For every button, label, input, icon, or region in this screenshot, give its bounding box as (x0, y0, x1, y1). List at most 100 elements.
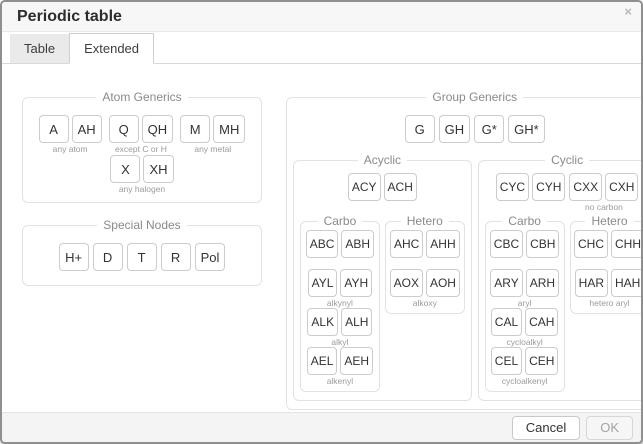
button-abh[interactable]: ABH (341, 230, 374, 258)
ok-button[interactable]: OK (586, 416, 633, 440)
cyclic-carbo-legend: Carbo (502, 214, 547, 228)
dialog-footer: Cancel OK (2, 412, 641, 442)
cancel-button[interactable]: Cancel (512, 416, 580, 440)
acyclic-cyclic-columns: Acyclic ACY ACH (293, 153, 641, 401)
cyclic-hetero-section: Hetero CHC CHH (570, 214, 641, 314)
tab-bar: Table Extended (2, 32, 641, 64)
cyclic-section: Cyclic CYC CYH CXX (478, 153, 641, 401)
group-generics-legend: Group Generics (426, 90, 523, 104)
button-arh[interactable]: ARH (526, 269, 559, 297)
right-column: Group Generics G GH G* GH* Acyclic (286, 90, 641, 410)
special-nodes-legend: Special Nodes (97, 218, 186, 232)
group-hint: alkynyl (327, 298, 353, 308)
group-hint: alkoxy (413, 298, 437, 308)
button-qh[interactable]: QH (142, 115, 174, 143)
button-cxx[interactable]: CXX (569, 173, 602, 201)
acyclic-carbo-section: Carbo ABC ABH (300, 214, 380, 392)
button-cbc[interactable]: CBC (490, 230, 523, 258)
dialog-header: Periodic table × (2, 2, 641, 32)
atom-generics-row-2: X XH any halogen (29, 154, 255, 194)
button-ael[interactable]: AEL (307, 347, 338, 375)
button-cal[interactable]: CAL (491, 308, 522, 336)
button-xh[interactable]: XH (143, 155, 173, 183)
button-d[interactable]: D (93, 243, 123, 271)
button-x[interactable]: X (110, 155, 140, 183)
button-cxh[interactable]: CXH (605, 173, 638, 201)
button-ayl[interactable]: AYL (308, 269, 338, 297)
cyclic-hetero-legend: Hetero (585, 214, 633, 228)
group-hint: alkyl (331, 337, 348, 347)
except-c-or-h-group: Q QH except C or H (109, 115, 174, 154)
button-har[interactable]: HAR (575, 269, 608, 297)
button-acy[interactable]: ACY (348, 173, 381, 201)
group-hint: except C or H (115, 144, 167, 154)
group-hint: aryl (518, 298, 532, 308)
button-aox[interactable]: AOX (390, 269, 423, 297)
acyclic-hetero-section: Hetero AHC AHH (385, 214, 465, 314)
group-generics-top-row: G GH G* GH* (293, 108, 641, 153)
extended-tab-content: Atom Generics A AH any atom Q QH (2, 64, 641, 412)
group-hint: any atom (53, 144, 88, 154)
group-hint: no carbon (585, 202, 623, 212)
special-nodes-row: H+ D T R Pol (29, 236, 255, 277)
button-t[interactable]: T (127, 243, 157, 271)
group-hint: cycloalkyl (506, 337, 542, 347)
acyclic-top-row: ACY ACH (300, 171, 465, 212)
button-r[interactable]: R (161, 243, 191, 271)
group-hint: alkenyl (327, 376, 353, 386)
special-nodes-section: Special Nodes H+ D T R Pol (22, 218, 262, 286)
any-halogen-group: X XH any halogen (110, 155, 173, 194)
button-chc[interactable]: CHC (574, 230, 608, 258)
button-cah[interactable]: CAH (525, 308, 558, 336)
button-ah[interactable]: AH (72, 115, 102, 143)
button-alh[interactable]: ALH (341, 308, 372, 336)
button-cbh[interactable]: CBH (526, 230, 559, 258)
tab-table[interactable]: Table (10, 34, 69, 63)
acyclic-section: Acyclic ACY ACH (293, 153, 472, 401)
button-ary[interactable]: ARY (490, 269, 522, 297)
button-q[interactable]: Q (109, 115, 139, 143)
cyclic-carbo-section: Carbo CBC CBH (485, 214, 565, 392)
acyclic-legend: Acyclic (358, 153, 407, 167)
button-ceh[interactable]: CEH (525, 347, 558, 375)
button-a[interactable]: A (39, 115, 69, 143)
button-ahc[interactable]: AHC (390, 230, 423, 258)
cyclic-legend: Cyclic (545, 153, 589, 167)
atom-generics-legend: Atom Generics (96, 90, 187, 104)
button-gh[interactable]: GH (439, 115, 471, 143)
button-alk[interactable]: ALK (307, 308, 338, 336)
periodic-table-dialog: Periodic table × Table Extended Atom Gen… (0, 0, 643, 444)
button-ach[interactable]: ACH (384, 173, 417, 201)
atom-generics-row-1: A AH any atom Q QH except C or H (29, 108, 255, 154)
button-abc[interactable]: ABC (306, 230, 339, 258)
button-pol[interactable]: Pol (195, 243, 226, 271)
group-generics-section: Group Generics G GH G* GH* Acyclic (286, 90, 641, 410)
button-ahh[interactable]: AHH (426, 230, 459, 258)
cyclic-top-row: CYC CYH CXX CXH no carbon (485, 171, 641, 212)
close-icon[interactable]: × (624, 5, 632, 18)
group-hint: any halogen (119, 184, 165, 194)
button-m[interactable]: M (180, 115, 210, 143)
button-h-plus[interactable]: H+ (59, 243, 89, 271)
button-gh-star[interactable]: GH* (508, 115, 545, 143)
acyclic-carbo-legend: Carbo (318, 214, 363, 228)
atom-generics-section: Atom Generics A AH any atom Q QH (22, 90, 262, 203)
group-hint: any metal (194, 144, 231, 154)
button-cyh[interactable]: CYH (532, 173, 565, 201)
button-cel[interactable]: CEL (491, 347, 522, 375)
button-mh[interactable]: MH (213, 115, 245, 143)
button-chh[interactable]: CHH (611, 230, 641, 258)
any-metal-group: M MH any metal (180, 115, 245, 154)
button-aeh[interactable]: AEH (340, 347, 373, 375)
button-g[interactable]: G (405, 115, 435, 143)
any-atom-group: A AH any atom (39, 115, 102, 154)
button-aoh[interactable]: AOH (426, 269, 460, 297)
tab-extended[interactable]: Extended (69, 33, 154, 64)
button-hah[interactable]: HAH (611, 269, 641, 297)
group-hint: hetero aryl (589, 298, 629, 308)
button-cyc[interactable]: CYC (496, 173, 529, 201)
acyclic-hetero-legend: Hetero (401, 214, 449, 228)
button-ayh[interactable]: AYH (340, 269, 372, 297)
left-column: Atom Generics A AH any atom Q QH (22, 90, 262, 286)
button-g-star[interactable]: G* (474, 115, 504, 143)
